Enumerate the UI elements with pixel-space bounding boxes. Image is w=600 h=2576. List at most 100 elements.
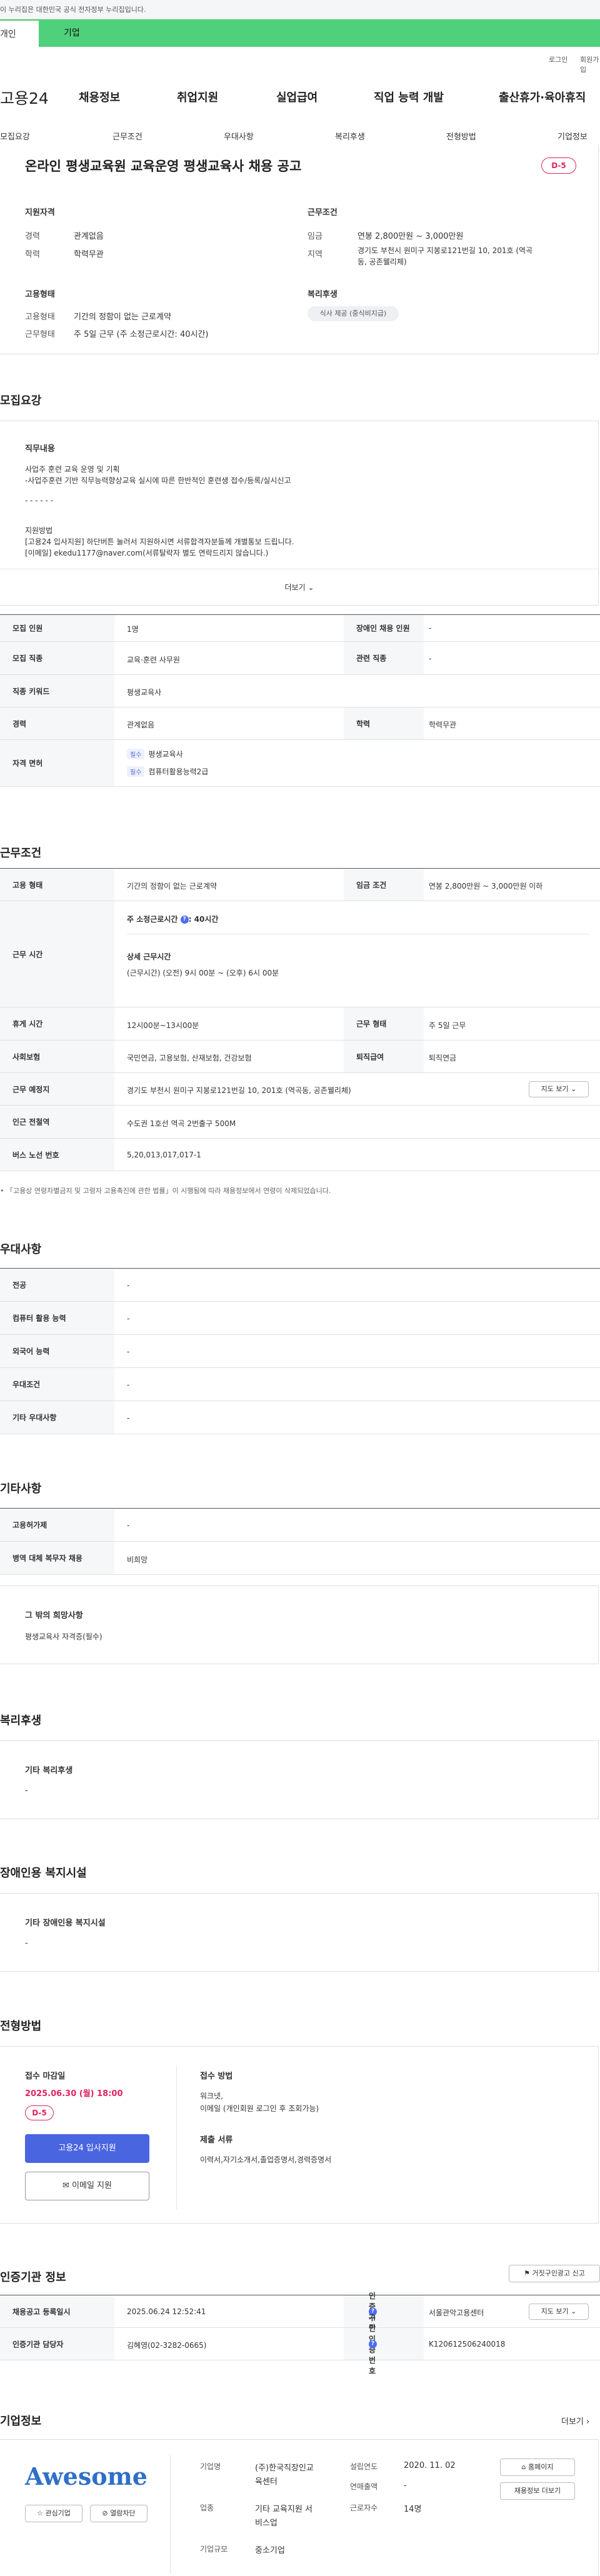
homepage-button[interactable]: ⌂ 홈페이지 [500, 2459, 575, 2476]
biz-label: 업종 [200, 2504, 214, 2512]
facility-box: 기타 장애인용 복지시설 - [0, 1893, 599, 1972]
extra-value: 평생교육사 자격증(필수) [25, 1632, 102, 1641]
duty-line-1: 사업주 훈련 교육 운영 및 기획 [25, 465, 120, 474]
email-apply-button[interactable]: ✉ 이메일 지원 [25, 2172, 149, 2200]
gnb-vocational-training[interactable]: 직업 능력 개발 [374, 89, 444, 105]
cond-title: 근무조건 [308, 208, 338, 217]
emp-label: 고용형태 [25, 312, 55, 322]
company-section-title: 기업정보 [0, 2415, 42, 2428]
hours-label: 근무형태 [25, 330, 55, 339]
gnb-jobs[interactable]: 채용정보 [79, 89, 120, 105]
etc-section-title: 기타사항 [0, 1482, 42, 1495]
biz-value-1: 기타 교육지원 서 [255, 2505, 312, 2514]
snb-preferences[interactable]: 우대사항 [224, 130, 254, 142]
help-icon[interactable]: ? [369, 2340, 377, 2348]
snb-process[interactable]: 전형방법 [446, 130, 476, 142]
duty-title: 직무내용 [25, 444, 55, 454]
etc-table: 고용허가제 - 병역 대체 복무자 채용 비희망 [0, 1508, 600, 1575]
facility-sub: 기타 장애인용 복지시설 [25, 1919, 106, 1928]
fav-button[interactable]: ☆ 관심기업 [25, 2505, 82, 2522]
method-title: 접수 방법 [200, 2072, 233, 2081]
chevron-down-icon: ⌄ [571, 1085, 577, 1093]
table-row: 고용 형태 기간의 정함이 없는 근로계약 임금 조건 연봉 2,800만원 ~… [0, 869, 600, 901]
gnb-employment-support[interactable]: 취업지원 [177, 89, 218, 105]
snb-company[interactable]: 기업정보 [558, 130, 588, 142]
table-row: 인증기관 담당자 김혜영(02-3282-0665) 구인인증번호 ? K120… [0, 2314, 600, 2375]
more-button[interactable]: 더보기 ⌄ [0, 569, 599, 605]
benefit-box: 기타 복리후생 - [0, 1740, 599, 1819]
doc-value: 이력서,자기소개서,졸업증명서,경력증명서 [200, 2155, 332, 2164]
facility-section-title: 장애인용 복지시설 [0, 1867, 87, 1880]
gnb-parental-leave[interactable]: 출산휴가·육아휴직 [499, 89, 586, 105]
snb-conditions[interactable]: 근무조건 [112, 130, 142, 142]
recruit-table: 모집 인원 1명 장애인 채용 인원 - 모집 직종 교육·훈련 사무원 관련 … [0, 614, 600, 805]
table-row: 근무 시간 주 소정근로시간 ?: 40시간 상세 근무시간 (근무시간) (오… [0, 901, 600, 1007]
wage-label: 임금 [308, 232, 322, 241]
block-button[interactable]: ⊘ 열람차단 [90, 2505, 148, 2522]
company-jobs-button[interactable]: 채용정보 더보기 [500, 2482, 575, 2500]
tab-company[interactable]: 기업 [39, 19, 600, 47]
dday-badge: D-5 [541, 157, 576, 174]
job-title: 온라인 평생교육원 교육운영 평생교육사 채용 공고 [25, 159, 302, 174]
table-row: 병역 대체 복무자 채용 비희망 [0, 1542, 600, 1575]
global-nav: 고용24 채용정보 취업지원 실업급여 직업 능력 개발 출산휴가·육아휴직 [0, 69, 600, 121]
company-name-label: 기업명 [200, 2462, 221, 2471]
duty-line-6: [이메일] ekedu1177@naver.com(서류탈락자 별도 연락드리지… [25, 549, 269, 557]
recruit-section-title: 모집요강 [0, 394, 42, 407]
table-row: 전공 - [0, 1269, 600, 1302]
snb-recruit[interactable]: 모집요강 [0, 130, 30, 142]
facility-value: - [25, 1939, 28, 1948]
pref-section-title: 우대사항 [0, 1243, 42, 1256]
company-logo: Awesome [25, 2462, 148, 2490]
emp-title: 고용형태 [25, 290, 55, 299]
map-button[interactable]: 지도 보기 ⌄ [529, 1081, 589, 1097]
deadline-value: 2025.06.30 (월) 18:00 [25, 2089, 123, 2099]
flag-icon: ⚑ [524, 2269, 530, 2277]
loc-value-1: 경기도 부천시 원미구 지봉로121번길 10, 201호 (역곡 [358, 246, 533, 255]
extra-box: 그 밖의 희망사항 평생교육사 자격증(필수) [0, 1585, 599, 1664]
est-label: 설립연도 [350, 2462, 378, 2471]
block-icon: ⊘ [102, 2509, 108, 2517]
duty-line-3: - - - - - - [25, 496, 54, 505]
apply-button[interactable]: 고용24 입사지원 [25, 2134, 149, 2163]
company-more-link[interactable]: 더보기 › [561, 2415, 589, 2427]
extra-title: 그 밖의 희망사항 [25, 1611, 83, 1620]
map-button[interactable]: 지도 보기 ⌄ [529, 2304, 589, 2320]
process-box: 접수 마감일 2025.06.30 (월) 18:00 D-5 고용24 입사지… [0, 2046, 599, 2224]
auth-table: 채용공고 등록일시 2025.06.24 12:52:41 인증기관 ? 서울관… [0, 2292, 600, 2375]
edu-label: 학력 [25, 250, 40, 259]
sales-value: - [404, 2481, 407, 2490]
sales-label: 연매출액 [350, 2482, 378, 2491]
qual-title: 지원자격 [25, 208, 55, 217]
gov-banner-text: 이 누리집은 대한민국 공식 전자정부 누리집입니다. [0, 6, 146, 14]
biz-value-2: 비스업 [255, 2519, 278, 2528]
report-button[interactable]: ⚑ 거짓구인광고 신고 [509, 2265, 600, 2282]
est-value: 2020. 11. 02 [404, 2461, 456, 2470]
table-row: 휴게 시간 12시00분~13시00분 근무 형태 주 5일 근무 [0, 1007, 600, 1041]
conditions-section-title: 근무조건 [0, 847, 42, 860]
wage-value: 연봉 2,800만원 ~ 3,000만원 [358, 232, 464, 241]
benefit-section-title: 복리후생 [0, 1714, 42, 1727]
login-link[interactable]: 로그인 [549, 54, 568, 64]
site-logo[interactable]: 고용24 [0, 86, 49, 109]
gnb-unemployment-benefit[interactable]: 실업급여 [276, 89, 318, 105]
table-row: 직종 키워드 평생교육사 [0, 675, 600, 707]
auth-section-title: 인증기관 정보 [0, 2271, 66, 2284]
table-row: 외국어 능력 - [0, 1335, 600, 1368]
table-row: 고용허가제 - [0, 1509, 600, 1542]
company-name-2: 육센터 [255, 2477, 278, 2487]
table-row: 자격 면허 필수 평생교육사 필수 컴퓨터활용능력2급 [0, 740, 600, 787]
benefit-value: - [25, 1786, 28, 1795]
company-box: Awesome ☆ 관심기업 ⊘ 열람차단 기업명 (주)한국직장인교 육센터 … [0, 2439, 599, 2576]
table-row: 채용공고 등록일시 2025.06.24 12:52:41 인증기관 ? 서울관… [0, 2292, 600, 2332]
snb-welfare[interactable]: 복리후생 [335, 130, 365, 142]
help-icon[interactable]: ? [180, 916, 189, 924]
util-nav: 로그인 회원가입 [0, 47, 600, 74]
duty-box: 직무내용 사업주 훈련 교육 운영 및 기획 -사업주훈련 기반 직무능력향상교… [0, 421, 599, 606]
method-line-2: 이메일 (개인회원 로그인 후 조회가능) [200, 2104, 319, 2113]
duty-line-4: 지원방법 [25, 526, 53, 535]
exp-value: 관계없음 [74, 232, 104, 241]
benefit-sub: 기타 복리후생 [25, 1766, 73, 1775]
tab-individual[interactable]: 개인 [0, 19, 39, 47]
welfare-title: 복리후생 [308, 290, 338, 299]
